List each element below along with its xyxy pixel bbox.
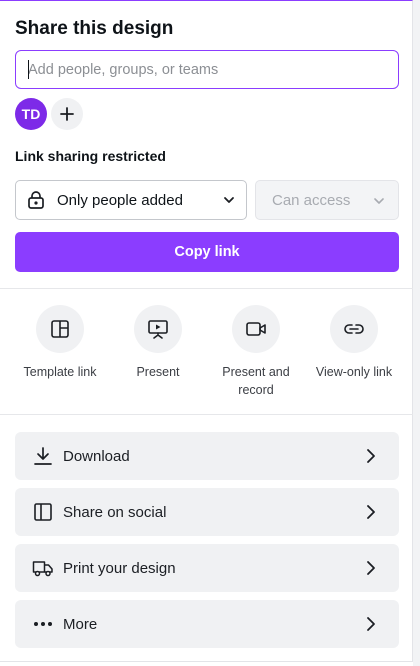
chevron-right-icon [363, 559, 379, 582]
row-label: Share on social [63, 503, 167, 521]
template-icon [36, 305, 84, 353]
background-edge [413, 0, 420, 666]
share-panel: Share this design TD Link sharing restri… [0, 0, 413, 662]
more-row[interactable]: More [15, 600, 399, 648]
more-dots-icon [32, 613, 54, 635]
chevron-right-icon [363, 615, 379, 638]
copy-link-button[interactable]: Copy link [15, 232, 399, 272]
access-level-dropdown[interactable]: Only people added [15, 180, 247, 220]
row-label: Download [63, 447, 130, 465]
lock-icon [26, 190, 46, 210]
access-level-value: Only people added [57, 191, 183, 209]
row-label: More [63, 615, 98, 633]
row-label: Print your design [63, 559, 176, 577]
present-icon [134, 305, 182, 353]
view-only-link-button[interactable]: View-only link [306, 305, 402, 381]
permission-dropdown: Can access [255, 180, 399, 220]
link-icon [330, 305, 378, 353]
present-button[interactable]: Present [110, 305, 206, 381]
text-caret [28, 60, 29, 79]
quick-action-label: Present [136, 365, 180, 379]
present-and-record-button[interactable]: Present and record [208, 305, 304, 399]
search-field[interactable] [15, 50, 399, 89]
download-icon [32, 445, 54, 467]
print-your-design-row[interactable]: Print your design [15, 544, 399, 592]
plus-icon [60, 107, 74, 121]
quick-action-label: View-only link [315, 365, 393, 379]
panel-title: Share this design [15, 18, 174, 39]
truck-icon [32, 557, 54, 579]
search-input[interactable] [28, 61, 398, 78]
template-link-button[interactable]: Template link [12, 305, 108, 381]
divider [0, 288, 413, 289]
download-row[interactable]: Download [15, 432, 399, 480]
social-layout-icon [32, 501, 54, 523]
quick-action-label: Present and record [222, 365, 290, 397]
share-on-social-row[interactable]: Share on social [15, 488, 399, 536]
avatar[interactable]: TD [15, 98, 47, 130]
divider [0, 414, 413, 415]
add-collaborator-button[interactable] [51, 98, 83, 130]
quick-action-label: Template link [23, 365, 97, 379]
link-sharing-label: Link sharing restricted [15, 148, 166, 164]
permission-value: Can access [272, 191, 351, 209]
video-camera-icon [232, 305, 280, 353]
chevron-right-icon [363, 503, 379, 526]
chevron-down-icon [372, 194, 386, 213]
chevron-down-icon [222, 193, 236, 212]
chevron-right-icon [363, 447, 379, 470]
